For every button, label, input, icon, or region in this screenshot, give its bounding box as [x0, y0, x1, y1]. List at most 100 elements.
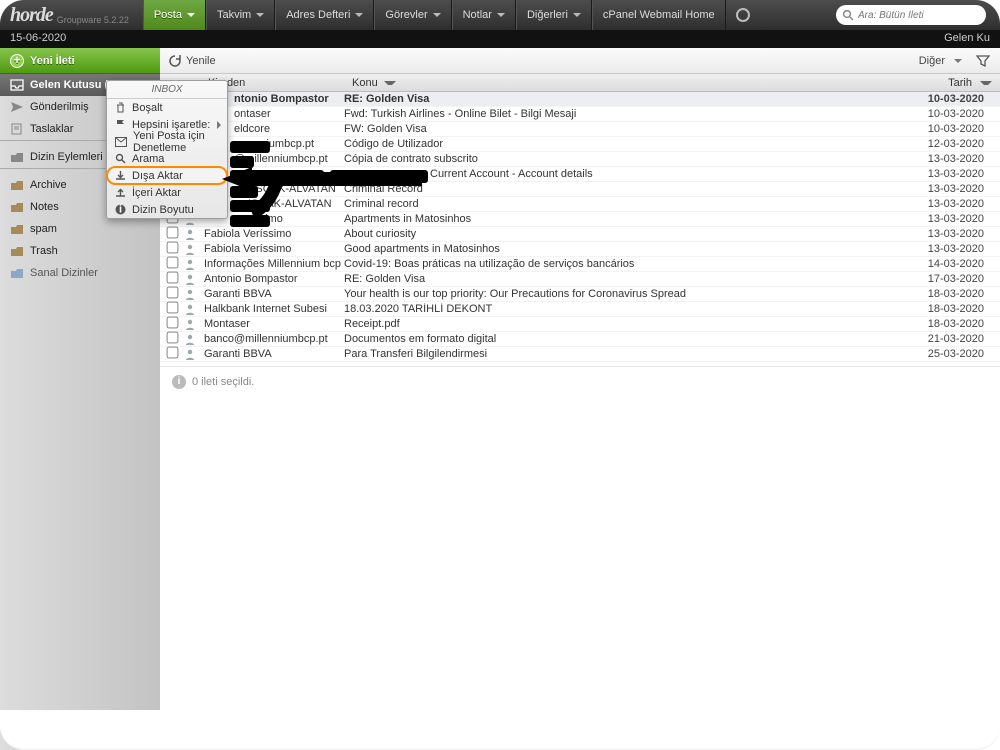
logo-subtitle: Groupware 5.2.22 [57, 15, 129, 30]
row-checkbox[interactable] [167, 317, 179, 329]
folder-icon [10, 179, 24, 191]
row-subject: 18.03.2020 TARİHLİ DEKONT [344, 303, 920, 315]
message-row[interactable]: banco@millenniumbcp.ptDocumentos em form… [160, 332, 1000, 347]
info-icon: i [115, 204, 126, 215]
refresh-button[interactable]: Yenile [168, 54, 216, 68]
flag-icon [115, 119, 126, 130]
row-date: 13-03-2020 [920, 198, 992, 210]
info-icon: i [172, 375, 186, 389]
caret-down-icon [433, 13, 441, 17]
table-header: Kimden Konu Tarih [160, 74, 1000, 92]
nav-item[interactable]: Notlar [452, 0, 516, 30]
nav-item[interactable]: Diğerleri [516, 0, 592, 30]
nav-item[interactable]: Görevler [374, 0, 451, 30]
message-row[interactable]: Garanti BBVAYour health is our top prior… [160, 287, 1000, 302]
row-date: 18-03-2020 [920, 288, 992, 300]
refresh-icon [168, 54, 182, 68]
row-date: 17-03-2020 [920, 273, 992, 285]
row-subject: Good apartments in Matosinhos [344, 243, 920, 255]
message-row[interactable]: MontaserReceipt.pdf18-03-2020 [160, 317, 1000, 332]
new-message-button[interactable]: + Yeni İleti [0, 48, 160, 74]
menu-item-search[interactable]: Arama [107, 150, 227, 167]
status-bar: i 0 ileti seçildi. [160, 366, 1000, 397]
row-subject: Apartments in Matosinhos [344, 213, 920, 225]
row-checkbox[interactable] [167, 257, 179, 269]
row-subject: Covid-19: Boas práticas na utilização de… [344, 258, 920, 270]
gear-icon[interactable] [736, 8, 750, 22]
message-row[interactable]: Informações Millennium bcpCovid-19: Boas… [160, 257, 1000, 272]
row-subject: Criminal Record [344, 183, 920, 195]
row-from: Fabiola Veríssimo [204, 243, 344, 255]
filter-button[interactable] [976, 54, 990, 68]
row-checkbox[interactable] [167, 287, 179, 299]
message-row[interactable]: ontaserFwd: Turkish Airlines - Online Bi… [160, 107, 1000, 122]
message-row[interactable]: Halkbank Internet Subesi18.03.2020 TARİH… [160, 302, 1000, 317]
message-row[interactable]: ntonio BompastorRE: Golden Visa10-03-202… [160, 92, 1000, 107]
download-icon [115, 170, 126, 181]
vfolder-icon [10, 267, 24, 279]
other-menu[interactable]: Diğer [919, 55, 962, 67]
message-row[interactable]: eldcoreFW: Golden Visa10-03-2020 [160, 122, 1000, 137]
sidebar-item[interactable]: Trash [0, 240, 160, 262]
nav-item[interactable]: Adres Defteri [275, 0, 374, 30]
nav-item[interactable]: Posta [143, 0, 206, 30]
toolbar: Yenile Diğer [160, 48, 1000, 74]
menu-item-mail[interactable]: Yeni Posta için Denetleme [107, 133, 227, 150]
nav-item[interactable]: Takvim [206, 0, 275, 30]
arrow-annotation [222, 167, 422, 227]
message-row[interactable]: Fabiola VeríssimoGood apartments in Mato… [160, 242, 1000, 257]
menu-item-info[interactable]: iDizin Boyutu [107, 201, 227, 218]
row-checkbox[interactable] [167, 332, 179, 344]
menu-item-download[interactable]: Dışa Aktar [107, 167, 227, 184]
caret-down-icon [980, 81, 992, 85]
caret-down-icon [256, 13, 264, 17]
redaction [230, 141, 270, 153]
row-checkbox[interactable] [167, 227, 179, 239]
search-wrap[interactable] [836, 5, 986, 25]
person-icon [184, 273, 204, 285]
context-menu: INBOX BoşaltHepsini işaretle:Yeni Posta … [106, 80, 228, 219]
logo: horde [10, 4, 57, 27]
row-subject: About curiosity [344, 228, 920, 240]
menu-item-trash[interactable]: Boşalt [107, 99, 227, 116]
row-checkbox[interactable] [167, 347, 179, 359]
row-date: 10-03-2020 [920, 93, 992, 105]
svg-text:i: i [119, 204, 122, 215]
search-icon [842, 9, 854, 21]
search-input[interactable] [858, 10, 980, 21]
sidebar-item[interactable]: spam [0, 218, 160, 240]
caret-down-icon [384, 81, 396, 85]
row-from: Halkbank Internet Subesi [204, 303, 344, 315]
person-icon [184, 318, 204, 330]
row-date: 13-03-2020 [920, 243, 992, 255]
message-row[interactable]: enniumbcp.ptCódigo de Utilizador12-03-20… [160, 137, 1000, 152]
row-date: 10-03-2020 [920, 123, 992, 135]
folder-icon [10, 245, 24, 257]
message-row[interactable]: @millenniumbcp.ptCópia de contrato subsc… [160, 152, 1000, 167]
row-date: 13-03-2020 [920, 183, 992, 195]
message-row[interactable]: Garanti BBVAPara Transferi Bilgilendirme… [160, 347, 1000, 362]
row-date: 14-03-2020 [920, 258, 992, 270]
date-left: 15-06-2020 [10, 32, 66, 46]
row-subject: Documentos em formato digital [344, 333, 920, 345]
chevron-right-icon [217, 121, 221, 129]
menu-item-upload[interactable]: İçeri Aktar [107, 184, 227, 201]
row-from: Fabiola Veríssimo [204, 228, 344, 240]
message-row[interactable]: Fabiola VeríssimoAbout curiosity13-03-20… [160, 227, 1000, 242]
nav-item[interactable]: cPanel Webmail Home [592, 0, 726, 30]
row-subject: Receipt.pdf [344, 318, 920, 330]
col-date[interactable]: Tarih [928, 77, 1000, 89]
sidebar-item[interactable]: Sanal Dizinler [0, 262, 160, 284]
caret-down-icon [355, 13, 363, 17]
row-date: 10-03-2020 [920, 108, 992, 120]
col-subject[interactable]: Konu [344, 77, 928, 89]
row-date: 13-03-2020 [920, 228, 992, 240]
row-subject: Fwd: Turkish Airlines - Online Bilet - B… [344, 108, 920, 120]
message-row[interactable]: Antonio BompastorRE: Golden Visa17-03-20… [160, 272, 1000, 287]
row-date: 25-03-2020 [920, 348, 992, 360]
caret-down-icon [497, 13, 505, 17]
row-checkbox[interactable] [167, 302, 179, 314]
search-icon [115, 153, 126, 164]
row-checkbox[interactable] [167, 242, 179, 254]
row-checkbox[interactable] [167, 272, 179, 284]
